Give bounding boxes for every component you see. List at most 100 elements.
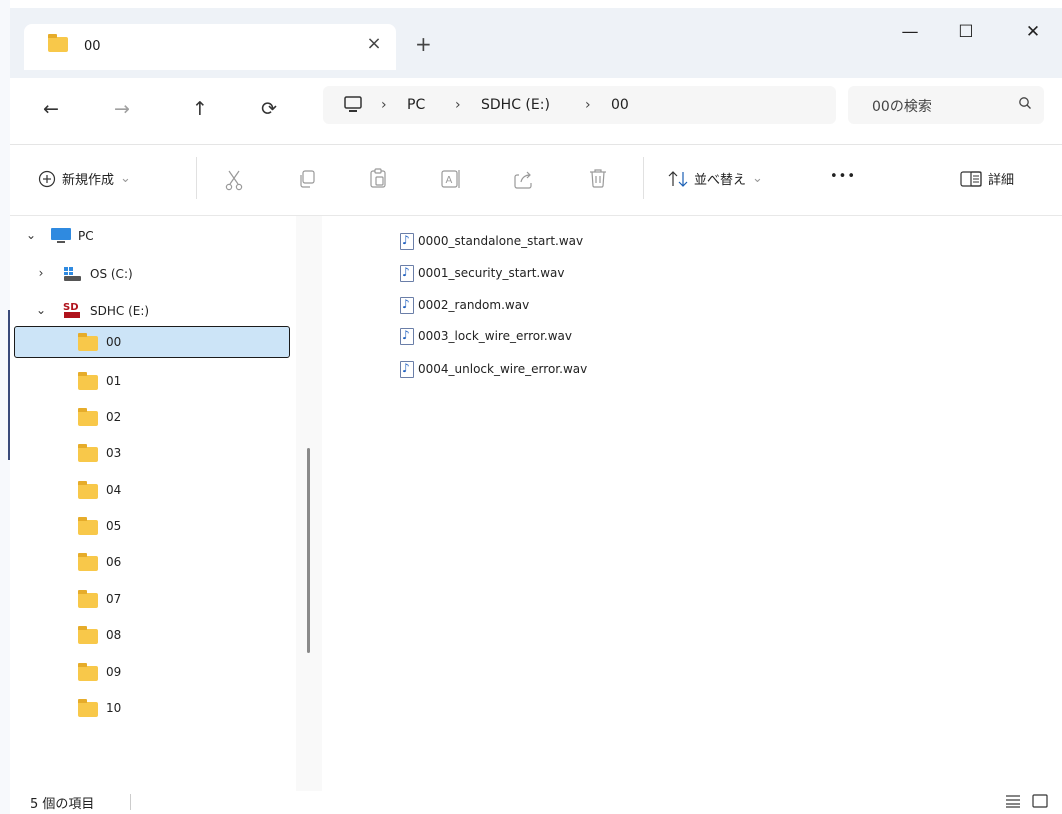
breadcrumb-pc[interactable]: PC [407,97,425,113]
folder-icon [78,372,98,390]
folder-icon [78,590,98,608]
monitor-icon [51,228,71,243]
file-list: 0000_standalone_start.wav 0001_security_… [322,216,1062,791]
details-view-icon[interactable] [1005,794,1021,808]
sidebar-item-folder-03[interactable]: 03 [10,437,296,469]
more-options-button[interactable]: ••• [830,169,856,184]
divider [130,794,131,810]
command-bar: 新規作成 ⌄ A 並べ替え ⌄ ••• 詳細 [10,145,1062,216]
folder-icon [78,333,98,351]
sidebar-item-label: 08 [106,628,122,642]
chevron-right-icon: › [38,266,44,280]
sd-card-icon: SD [63,302,80,318]
status-bar: 5 個の項目 [10,791,1062,814]
search-input[interactable]: 00の検索 [848,86,1044,124]
scrollbar-thumb[interactable] [307,448,310,653]
sidebar-item-label: PC [78,229,94,243]
sidebar-item-folder-02[interactable]: 02 [10,401,296,433]
sidebar-item-folder-05[interactable]: 05 [10,510,296,542]
list-item[interactable]: 0002_random.wav [400,292,529,318]
tab-title: 00 [84,39,101,54]
forward-button[interactable]: → [107,98,137,120]
details-pane-icon [960,170,982,187]
folder-icon [78,663,98,681]
chevron-down-icon: ⌄ [752,171,763,186]
audio-file-icon [400,264,414,282]
cut-icon[interactable] [224,169,244,191]
sidebar-item-label: 10 [106,701,122,715]
sidebar-item-pc[interactable]: ⌄ PC [10,220,296,252]
new-tab-button[interactable]: + [415,32,432,56]
minimize-button[interactable]: — [887,22,933,52]
file-name: 0003_lock_wire_error.wav [418,329,572,343]
list-item[interactable]: 0004_unlock_wire_error.wav [400,356,587,382]
navigation-pane: ⌄ PC › OS (C:) ⌄ SD SDHC (E:) 00 01 02 0… [10,216,296,791]
navigation-bar: ← → ↑ ⟳ › PC › SDHC (E:) › 00 00の検索 [10,78,1062,145]
search-icon [1019,97,1031,109]
sidebar-item-sdhc[interactable]: ⌄ SD SDHC (E:) [10,295,296,327]
maximize-button[interactable]: ☐ [943,22,989,52]
new-button[interactable]: 新規作成 ⌄ [38,169,131,188]
folder-icon [78,553,98,571]
sidebar-item-folder-09[interactable]: 09 [10,656,296,688]
sidebar-item-label: 00 [106,335,122,349]
sidebar-item-folder-07[interactable]: 07 [10,583,296,615]
sidebar-item-label: SDHC (E:) [90,304,150,318]
chevron-down-icon: ⌄ [120,171,131,186]
share-icon[interactable] [513,168,535,190]
sidebar-item-folder-00[interactable]: 00 [10,326,296,358]
breadcrumb-separator: › [585,97,591,113]
copy-icon[interactable] [297,169,317,189]
divider [643,157,644,199]
sidebar-item-folder-04[interactable]: 04 [10,474,296,506]
close-button[interactable]: ✕ [1010,22,1056,52]
divider [196,157,197,199]
svg-text:A: A [446,175,453,186]
sidebar-scrollbar[interactable] [296,216,322,791]
chevron-down-icon: ⌄ [35,303,47,317]
breadcrumb-separator: › [455,97,461,113]
file-name: 0004_unlock_wire_error.wav [418,362,588,376]
delete-icon[interactable] [588,167,608,189]
file-name: 0002_random.wav [418,298,530,312]
sidebar-item-os[interactable]: › OS (C:) [10,258,296,290]
sidebar-item-label: OS (C:) [90,267,133,281]
breadcrumb-separator: › [381,97,387,113]
back-button[interactable]: ← [36,98,66,120]
details-label: 詳細 [988,173,1015,188]
sidebar-item-folder-10[interactable]: 10 [10,692,296,724]
up-button[interactable]: ↑ [185,98,215,120]
tab-close-icon[interactable]: × [362,33,386,54]
refresh-button[interactable]: ⟳ [254,98,284,120]
search-placeholder: 00の検索 [872,99,932,115]
sort-label: 並べ替え [694,173,747,188]
rename-icon[interactable]: A [440,168,462,190]
audio-file-icon [400,232,414,250]
folder-icon [78,408,98,426]
tab-00[interactable]: 00 × [24,24,396,70]
sidebar-item-label: 09 [106,665,122,679]
desktop-edge [0,0,10,814]
sidebar-item-folder-01[interactable]: 01 [10,365,296,397]
folder-icon [78,626,98,644]
drive-icon [64,267,81,281]
file-explorer-window: 00 × + — ☐ ✕ ← → ↑ ⟳ › PC › SDHC (E:) › … [0,0,1062,814]
paste-icon[interactable] [368,167,388,189]
sidebar-item-label: 02 [106,410,122,424]
list-item[interactable]: 0001_security_start.wav [400,260,564,286]
chevron-down-icon: ⌄ [25,228,37,242]
sidebar-item-label: 04 [106,483,122,497]
list-item[interactable]: 0003_lock_wire_error.wav [400,323,572,349]
tiles-view-icon[interactable] [1032,794,1048,808]
breadcrumb-sdhc[interactable]: SDHC (E:) [481,97,550,113]
folder-icon [78,444,98,462]
sidebar-item-folder-06[interactable]: 06 [10,546,296,578]
breadcrumb-00[interactable]: 00 [611,97,629,113]
sidebar-item-folder-08[interactable]: 08 [10,619,296,651]
address-bar[interactable]: › PC › SDHC (E:) › 00 [323,86,836,124]
title-bar: 00 × + — ☐ ✕ [10,8,1062,78]
details-button[interactable]: 詳細 [960,169,1014,188]
sort-button[interactable]: 並べ替え ⌄ [668,169,763,188]
selection-highlight [14,326,290,358]
list-item[interactable]: 0000_standalone_start.wav [400,228,583,254]
